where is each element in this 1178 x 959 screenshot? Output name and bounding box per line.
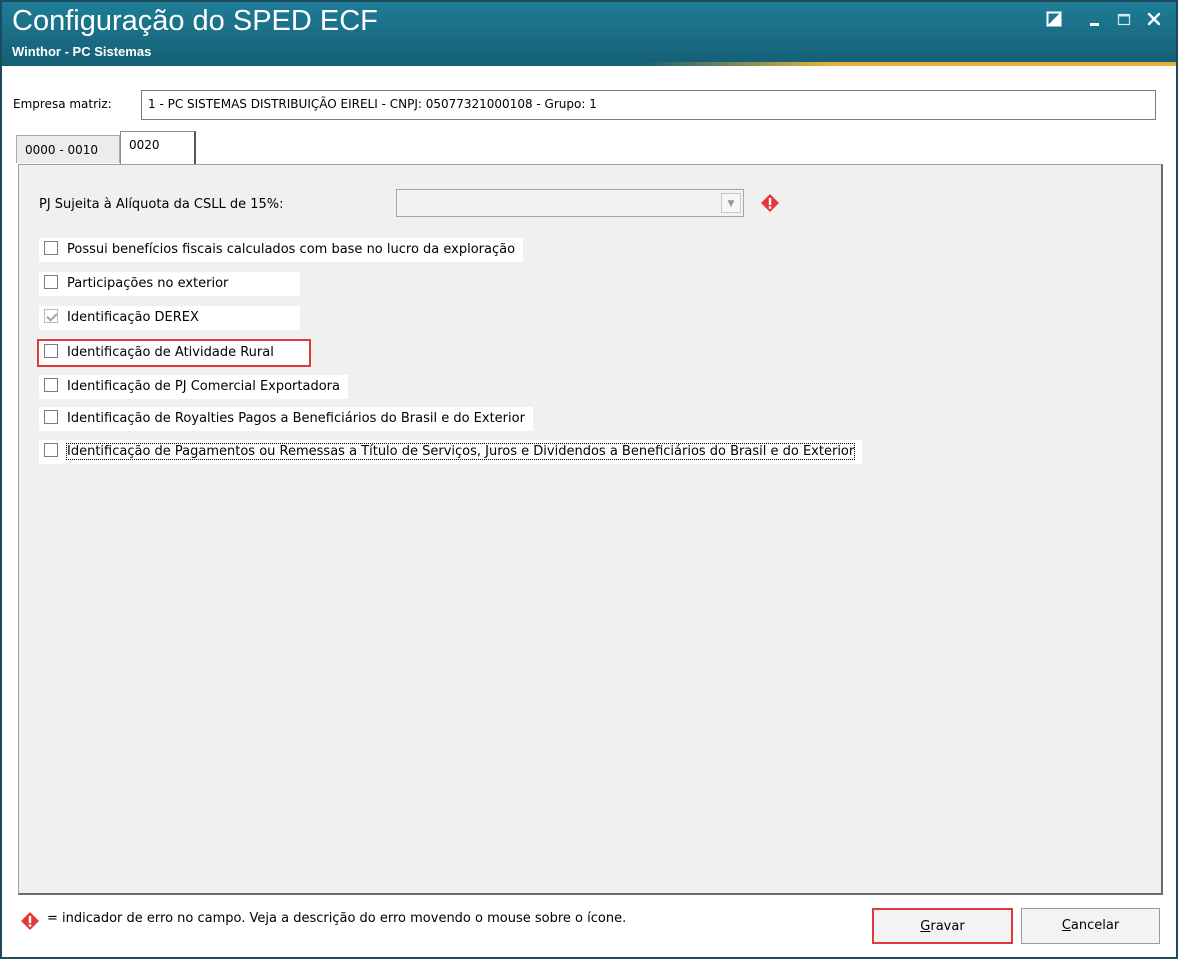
tab-0020[interactable]: 0020: [120, 131, 196, 164]
empresa-matriz-label: Empresa matriz:: [13, 97, 112, 111]
cancel-button-label: ancelar: [1070, 918, 1120, 933]
error-indicator-icon: [20, 911, 40, 931]
empresa-matriz-field[interactable]: 1 - PC SISTEMAS DISTRIBUIÇÃO EIRELI - CN…: [141, 90, 1156, 120]
save-button-accel: G: [920, 919, 931, 934]
checkbox-box[interactable]: [44, 275, 58, 289]
window-title: Configuração do SPED ECF: [12, 5, 378, 37]
chevron-down-icon[interactable]: ▼: [721, 193, 741, 213]
checkbox-label: Identificação de Atividade Rural: [67, 345, 274, 360]
checkbox-box[interactable]: [44, 241, 58, 255]
title-accent-line: [642, 62, 1176, 66]
checkbox-box-checked[interactable]: [44, 309, 58, 323]
save-button[interactable]: Gravar: [872, 908, 1013, 944]
checkbox-box[interactable]: [44, 344, 58, 358]
tab-panel-0020: PJ Sujeita à Alíquota da CSLL de 15%: ▼ …: [18, 164, 1163, 895]
checkbox-participacoes-exterior[interactable]: Participações no exterior: [39, 272, 300, 296]
error-legend-text: = indicador de erro no campo. Veja a des…: [47, 911, 627, 926]
checkbox-identificacao-derex[interactable]: Identificação DEREX: [39, 306, 300, 330]
tab-0000-0010[interactable]: 0000 - 0010: [16, 135, 120, 163]
checkbox-label: Identificação de Royalties Pagos a Benef…: [67, 411, 525, 426]
checkbox-atividade-rural[interactable]: Identificação de Atividade Rural: [37, 339, 311, 367]
checkbox-box[interactable]: [44, 410, 58, 424]
checkbox-label: Possui benefícios fiscais calculados com…: [67, 242, 516, 257]
main-window: Configuração do SPED ECF Winthor - PC Si…: [0, 0, 1178, 959]
checkbox-label: Identificação de Pagamentos ou Remessas …: [65, 443, 856, 460]
pj-csll-select[interactable]: ▼: [396, 189, 744, 217]
checkbox-pagamentos-remessas[interactable]: Identificação de Pagamentos ou Remessas …: [39, 440, 863, 464]
title-bar[interactable]: Configuração do SPED ECF Winthor - PC Si…: [2, 2, 1176, 66]
error-indicator-icon[interactable]: [760, 193, 780, 213]
checkbox-royalties[interactable]: Identificação de Royalties Pagos a Benef…: [39, 407, 533, 431]
checkbox-pj-comercial-exportadora[interactable]: Identificação de PJ Comercial Exportador…: [39, 375, 348, 399]
close-icon[interactable]: [1142, 8, 1166, 30]
checkbox-box[interactable]: [44, 378, 58, 392]
maximize-icon[interactable]: [1112, 8, 1136, 30]
save-button-label: ravar: [930, 919, 965, 934]
window-subtitle: Winthor - PC Sistemas: [12, 44, 152, 59]
pj-csll-label: PJ Sujeita à Alíquota da CSLL de 15%:: [39, 197, 284, 212]
checkbox-label: Identificação de PJ Comercial Exportador…: [67, 379, 340, 394]
checkbox-beneficios-fiscais[interactable]: Possui benefícios fiscais calculados com…: [39, 238, 524, 262]
minimize-icon[interactable]: [1082, 8, 1106, 30]
cancel-button[interactable]: Cancelar: [1021, 908, 1160, 944]
checkbox-label: Participações no exterior: [67, 276, 229, 291]
checkbox-label: Identificação DEREX: [67, 310, 199, 325]
restore-icon[interactable]: [1042, 8, 1066, 30]
checkbox-box[interactable]: [44, 443, 58, 457]
cancel-button-accel: C: [1061, 918, 1071, 933]
